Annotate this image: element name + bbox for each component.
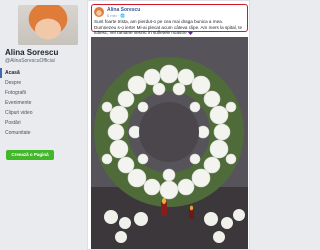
nav-item-clipuri-video[interactable]: Clipuri video <box>0 108 84 118</box>
page-name[interactable]: Alina Sorescu <box>5 48 58 57</box>
post-text: Sunt foarte trista, am pierdut-o pe cea … <box>94 19 244 36</box>
create-page-button[interactable]: Creează o Pagină <box>6 150 54 160</box>
page-handle[interactable]: @AlinaSorescuOfficial <box>5 58 55 64</box>
post-text-body: Sunt foarte trista, am pierdut-o pe cea … <box>94 19 243 35</box>
profile-photo[interactable] <box>18 5 78 45</box>
purple-heart-icon <box>188 30 193 35</box>
post-header-highlight: Alina Sorescu 5 min · 🌐 Sunt foarte tris… <box>91 4 248 35</box>
post-photo-funeral-wreath[interactable] <box>91 37 248 249</box>
nav-item-acasa[interactable]: Acasă <box>0 68 84 78</box>
nav-item-postari[interactable]: Postări <box>0 118 84 128</box>
author-avatar[interactable] <box>94 7 104 17</box>
nav-item-despre[interactable]: Despre <box>0 78 84 88</box>
nav-item-fotografii[interactable]: Fotografii <box>0 88 84 98</box>
post-card: Alina Sorescu 5 min · 🌐 Sunt foarte tris… <box>87 0 250 250</box>
side-nav: Acasă Despre Fotografii Evenimente Clipu… <box>0 68 84 138</box>
wreath-image <box>91 37 248 249</box>
nav-item-evenimente[interactable]: Evenimente <box>0 98 84 108</box>
post-timestamp[interactable]: 5 min · 🌐 <box>107 13 125 18</box>
nav-item-comunitate[interactable]: Comunitate <box>0 128 84 138</box>
